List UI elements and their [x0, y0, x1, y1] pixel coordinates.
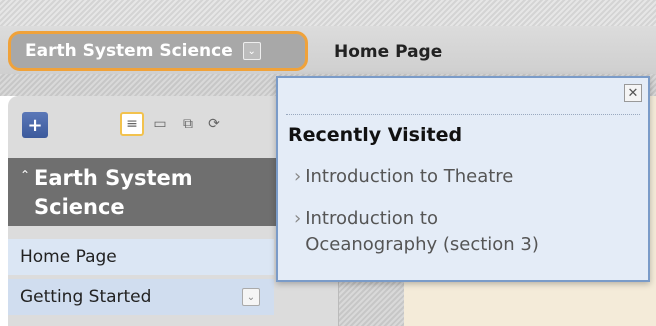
popup-divider: [286, 114, 640, 115]
recent-link[interactable]: › Introduction to Oceanography (section 3): [294, 206, 539, 258]
refresh-icon[interactable]: ⟳: [202, 112, 226, 136]
recent-link-line2: Oceanography (section 3): [305, 234, 539, 255]
recently-visited-heading: Recently Visited: [288, 124, 463, 146]
course-breadcrumb-label: Earth System Science: [25, 41, 233, 61]
recently-visited-popup: ✕ Recently Visited › Introduction to Thea…: [276, 76, 650, 282]
sidebar-item-getting-started[interactable]: Getting Started ⌄: [8, 279, 274, 315]
chevron-down-icon[interactable]: ⌄: [242, 288, 260, 306]
recent-link-line1: Introduction to: [305, 208, 438, 229]
folder-view-icon[interactable]: ▭: [148, 112, 172, 136]
chevron-down-icon[interactable]: ⌄: [242, 42, 261, 60]
recent-link[interactable]: › Introduction to Theatre: [294, 164, 513, 190]
sidebar-item-label: Home Page: [20, 247, 117, 267]
recent-link-text[interactable]: Introduction to Oceanography (section 3): [305, 206, 539, 258]
top-hatch-strip: [0, 0, 656, 26]
new-window-icon[interactable]: ⧉: [176, 112, 200, 136]
course-breadcrumb-button[interactable]: Earth System Science ⌄: [8, 31, 308, 71]
add-menu-item-button[interactable]: +: [22, 112, 48, 138]
recent-link-text[interactable]: Introduction to Theatre: [305, 164, 513, 190]
close-icon[interactable]: ✕: [624, 84, 642, 102]
collapse-caret-icon[interactable]: ⌃: [20, 168, 30, 182]
sidebar-item-label: Getting Started: [20, 287, 152, 307]
arrow-right-icon: ›: [294, 208, 302, 229]
arrow-right-icon: ›: [294, 166, 302, 187]
sidebar-item-home-page[interactable]: Home Page: [8, 239, 274, 275]
breadcrumb-current-page: Home Page: [334, 42, 443, 62]
list-view-icon[interactable]: ≡: [120, 112, 144, 136]
course-menu-title: Earth System Science: [34, 166, 193, 219]
